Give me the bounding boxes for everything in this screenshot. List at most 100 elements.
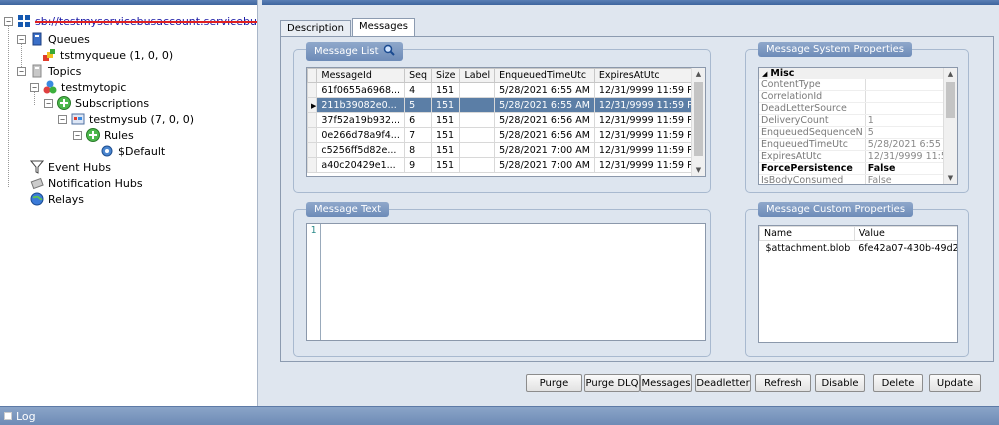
column-header-value[interactable]: Value: [853, 226, 957, 241]
disable-button[interactable]: Disable: [815, 374, 865, 392]
row-header[interactable]: [307, 82, 318, 98]
tree-node-namespace[interactable]: − sb://testmyservicebusaccount.servicebu…: [4, 13, 257, 29]
tree-node-event-hubs[interactable]: Event Hubs: [29, 159, 111, 175]
table-cell: 8: [404, 142, 432, 158]
tree-node-topic-item[interactable]: − testmytopic: [30, 79, 126, 95]
table-row[interactable]: 61f0655a6968... 4 151 5/28/2021 6:55 AM 12/3…: [307, 82, 705, 98]
row-header[interactable]: [307, 112, 318, 128]
table-cell: 4: [404, 82, 432, 98]
property-row[interactable]: ContentType: [759, 79, 957, 92]
scroll-thumb[interactable]: [694, 82, 703, 156]
table-cell: 7: [404, 127, 432, 143]
log-expand-icon[interactable]: [4, 412, 12, 420]
collapse-icon[interactable]: −: [58, 114, 67, 124]
scroll-down-icon[interactable]: ▼: [692, 164, 705, 176]
table-row[interactable]: 37f52a19b932... 6 151 5/28/2021 6:56 AM 12/3…: [307, 112, 705, 128]
tree-node-queue-item[interactable]: tstmyqueue (1, 0, 0): [42, 47, 173, 63]
table-cell: 5: [404, 97, 432, 113]
row-header[interactable]: ▶: [307, 97, 318, 113]
property-name: DeliveryCount: [759, 114, 866, 128]
scroll-up-icon[interactable]: ▲: [944, 68, 957, 80]
row-header[interactable]: [307, 127, 318, 143]
topics-label: Topics: [48, 64, 82, 78]
collapse-icon[interactable]: −: [73, 130, 82, 140]
property-name: IsBodyConsumed: [759, 174, 866, 184]
collapse-triangle-icon[interactable]: ◢: [762, 70, 767, 78]
gear-icon: [100, 144, 114, 158]
property-row[interactable]: DeliveryCount 1: [759, 114, 957, 128]
update-button[interactable]: Update: [929, 374, 981, 392]
message-table-header: MessageId Seq Size Label EnqueuedTimeUtc…: [307, 68, 705, 83]
tree-node-subscription-item[interactable]: − testmysub (7, 0, 0): [58, 111, 194, 127]
row-header[interactable]: [307, 142, 318, 158]
collapse-icon[interactable]: −: [30, 82, 39, 92]
message-list-scrollbar[interactable]: ▲ ▼: [691, 68, 705, 176]
subscription-item-label: testmysub (7, 0, 0): [89, 112, 195, 126]
system-properties-scrollbar[interactable]: ▲ ▼: [943, 68, 957, 184]
purge-dlq-button[interactable]: Purge DLQ: [584, 374, 640, 392]
custom-property-row[interactable]: $attachment.blob 6fe42a07-430b-49d2-a72..…: [760, 241, 958, 256]
property-row[interactable]: EnqueuedTimeUtc 5/28/2021 6:55 AM: [759, 138, 957, 152]
property-row[interactable]: ForcePersistence False: [759, 162, 957, 176]
tab-messages[interactable]: Messages: [351, 18, 415, 36]
tree-node-notification-hubs[interactable]: Notification Hubs: [30, 175, 143, 191]
table-cell: [459, 97, 496, 113]
purge-button[interactable]: Purge: [526, 374, 582, 392]
row-header[interactable]: [307, 157, 318, 173]
property-row[interactable]: DeadLetterSource: [759, 102, 957, 116]
table-cell: 9: [404, 157, 432, 173]
table-cell: [459, 157, 496, 173]
refresh-button[interactable]: Refresh: [755, 374, 811, 392]
queue-folder-icon: [30, 32, 44, 46]
column-header-label[interactable]: Label: [459, 68, 496, 83]
tree-node-rule-item[interactable]: $Default: [100, 143, 165, 159]
deadletter-button[interactable]: Deadletter: [695, 374, 751, 392]
delete-button[interactable]: Delete: [873, 374, 923, 392]
column-header-seq[interactable]: Seq: [404, 68, 432, 83]
scroll-thumb[interactable]: [946, 82, 955, 118]
property-row[interactable]: EnqueuedSequenceN 5: [759, 126, 957, 140]
log-panel-bar[interactable]: Log: [0, 406, 999, 425]
table-row[interactable]: ▶ 211b39082e0... 5 151 5/28/2021 6:55 AM 12/3…: [307, 97, 705, 113]
table-cell: a40c20429e1...: [316, 157, 406, 173]
column-header-expiresatutc[interactable]: ExpiresAtUtc: [593, 68, 705, 83]
collapse-icon[interactable]: −: [44, 98, 53, 108]
property-row[interactable]: ExpiresAtUtc12/31/9999 11:59 PM: [759, 150, 957, 164]
table-row[interactable]: c5256ff5d82e... 8 151 5/28/2021 7:00 AM 12/3…: [307, 142, 705, 158]
tree-node-subscriptions[interactable]: − Subscriptions: [44, 95, 149, 111]
misc-category-row[interactable]: ◢ Misc: [759, 68, 957, 79]
line-number: 1: [307, 224, 321, 340]
scroll-up-icon[interactable]: ▲: [692, 68, 705, 80]
table-cell: 12/31/9999 11:59 PM: [593, 97, 705, 113]
topic-item-label: testmytopic: [61, 80, 127, 94]
tree-node-relays[interactable]: Relays: [30, 191, 84, 207]
table-cell: 37f52a19b932...: [316, 112, 406, 128]
property-row[interactable]: IsBodyConsumed False: [759, 174, 957, 184]
column-header-enqueuedtimeutc[interactable]: EnqueuedTimeUtc: [494, 68, 595, 83]
column-header-name[interactable]: Name: [759, 226, 855, 241]
message-text-editor[interactable]: 1: [306, 223, 706, 341]
column-header-messageid[interactable]: MessageId: [316, 68, 406, 83]
tree-node-rules[interactable]: − Rules: [73, 127, 134, 143]
scroll-down-icon[interactable]: ▼: [944, 172, 957, 184]
collapse-icon[interactable]: −: [4, 16, 13, 26]
event-hubs-label: Event Hubs: [48, 160, 111, 174]
table-row[interactable]: a40c20429e1... 9 151 5/28/2021 7:00 AM 12/31…: [307, 157, 705, 173]
tree-node-queues[interactable]: − Queues: [17, 31, 90, 47]
property-row[interactable]: CorrelationId: [759, 90, 957, 104]
message-list-title: Message List: [306, 42, 403, 61]
collapse-icon[interactable]: −: [17, 34, 26, 44]
property-name: ExpiresAtUtc: [759, 150, 866, 164]
table-cell: 5/28/2021 6:55 AM: [494, 82, 595, 98]
collapse-icon[interactable]: −: [17, 66, 26, 76]
system-properties-grid[interactable]: ◢ Misc ContentType CorrelationId DeadLette…: [758, 67, 958, 185]
search-icon[interactable]: [383, 44, 395, 59]
tab-description[interactable]: Description: [280, 20, 351, 36]
tree-node-topics[interactable]: − Topics: [17, 63, 81, 79]
column-header-size[interactable]: Size: [430, 68, 461, 83]
message-list-grid[interactable]: MessageId Seq Size Label EnqueuedTimeUtc…: [306, 67, 706, 177]
messages-button[interactable]: Messages: [640, 374, 692, 392]
custom-properties-grid[interactable]: Name Value $attachment.blob 6fe42a07-430b…: [758, 225, 958, 343]
table-row[interactable]: 0e266d78a9f4... 7 151 5/28/2021 6:56 AM 12/3…: [307, 127, 705, 143]
tab-strip: Description Messages: [280, 18, 416, 36]
